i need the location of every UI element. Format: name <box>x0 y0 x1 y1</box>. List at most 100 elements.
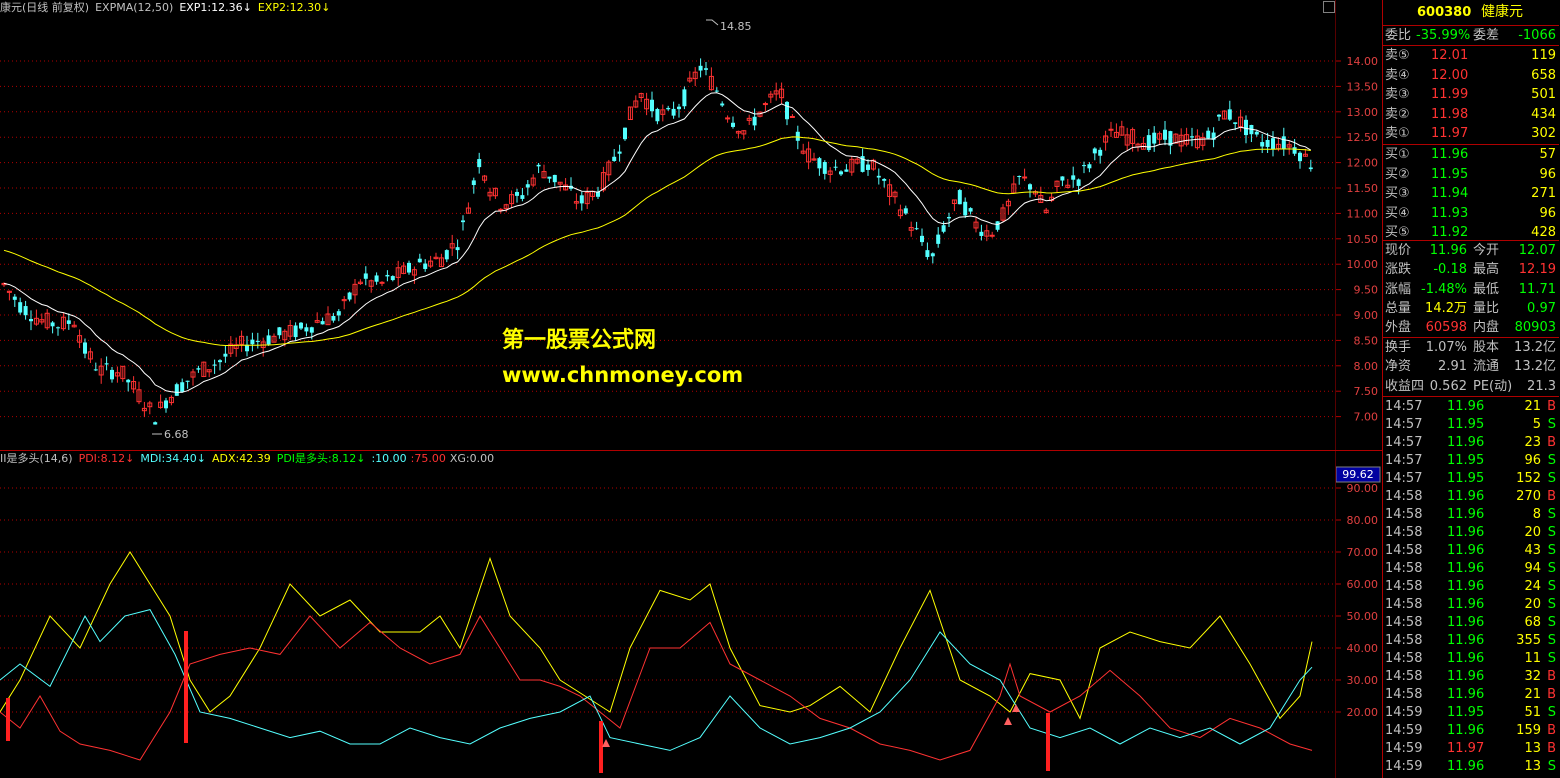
tick-row: 14:58 11.96 20 S <box>1383 596 1559 614</box>
tick-side: S <box>1547 651 1556 666</box>
candle-body <box>277 327 282 336</box>
candle-body <box>293 325 298 338</box>
candle-body <box>617 151 622 154</box>
candle-body <box>185 380 190 382</box>
tick-time: 14:57 <box>1385 471 1423 486</box>
tick-price: 11.95 <box>1447 417 1485 432</box>
tick-side: S <box>1547 759 1556 774</box>
stat-row: 外盘 60598 内盘 80903 <box>1383 318 1559 337</box>
tick-volume: 68 <box>1524 615 1541 630</box>
tick-volume: 23 <box>1524 435 1541 450</box>
candle-body <box>18 302 23 313</box>
candle-body <box>785 101 789 120</box>
tick-volume: 5 <box>1532 417 1541 432</box>
signal-arrow-icon <box>602 739 610 747</box>
candle-body <box>309 327 314 333</box>
candle-body <box>1076 179 1081 186</box>
stock-title: 600380 健康元 <box>1383 3 1559 23</box>
bid-row: 买③ 11.94 271 <box>1383 184 1559 203</box>
tick-price: 11.96 <box>1447 579 1485 594</box>
tick-price: 11.96 <box>1447 399 1485 414</box>
candle-body <box>547 176 552 179</box>
candle-body <box>833 166 838 168</box>
maximize-icon[interactable] <box>1323 1 1335 13</box>
candle-body <box>671 108 676 116</box>
candle-body <box>153 422 158 425</box>
candle-body <box>920 235 924 243</box>
tick-time: 14:58 <box>1385 525 1423 540</box>
tick-time: 14:57 <box>1385 417 1423 432</box>
tick-volume: 32 <box>1524 669 1541 684</box>
price-axis-label: 7.50 <box>1354 385 1379 398</box>
indicator-axis-label: 20.00 <box>1347 706 1379 719</box>
candle-body <box>255 340 260 342</box>
weibi-row: 委比 -35.99% 委差 -1066 <box>1383 26 1559 45</box>
candle-body <box>174 384 179 396</box>
tick-price: 11.96 <box>1447 687 1485 702</box>
price-axis-label: 10.00 <box>1347 258 1379 271</box>
tick-time: 14:59 <box>1385 723 1423 738</box>
ask-price: 11.98 <box>1431 106 1469 122</box>
signal-bar <box>184 631 188 743</box>
price-axis-label: 7.00 <box>1354 411 1379 424</box>
fundamental-row: 换手 1.07% 股本 13.2亿 <box>1383 338 1559 357</box>
ask-label: 卖① <box>1385 126 1410 141</box>
candle-body <box>882 178 887 181</box>
candle-body <box>1098 149 1103 156</box>
stat-label: 股本 <box>1473 340 1500 355</box>
ask-volume: 434 <box>1531 106 1556 122</box>
watermark-title: 第一股票公式网 <box>502 328 657 353</box>
candle-body <box>936 234 941 244</box>
stat-label: 换手 <box>1385 340 1412 355</box>
ask-row: 卖① 11.97 302 <box>1383 124 1559 143</box>
price-axis-label: 12.00 <box>1347 157 1379 170</box>
candle-body <box>1265 139 1270 147</box>
tick-row: 14:57 11.96 21 B <box>1383 398 1559 416</box>
candle-body <box>1108 128 1114 131</box>
candle-body <box>1281 136 1286 149</box>
tick-row: 14:57 11.95 152 S <box>1383 470 1559 488</box>
tick-price: 11.96 <box>1447 615 1485 630</box>
candle-body <box>957 190 962 205</box>
candle-body <box>1271 138 1275 150</box>
stat-label: 流通 <box>1473 359 1500 375</box>
tick-price: 11.95 <box>1447 453 1485 468</box>
tick-row: 14:57 11.95 5 S <box>1383 416 1559 434</box>
tick-time: 14:58 <box>1385 597 1423 612</box>
candle-body <box>1233 122 1238 124</box>
tick-price: 11.96 <box>1447 561 1485 576</box>
stock-code: 600380 <box>1417 5 1472 20</box>
signal-arrow-icon <box>1004 717 1012 725</box>
stat-value: 13.2亿 <box>1514 359 1556 375</box>
bid-price: 11.94 <box>1431 186 1469 201</box>
tick-volume: 13 <box>1524 759 1541 774</box>
tick-time: 14:58 <box>1385 687 1423 702</box>
stat-label: 今开 <box>1473 243 1500 258</box>
quote-panel: 600380 健康元 委比 -35.99% 委差 -1066 卖⑤ 12.01 11… <box>1382 0 1560 778</box>
candle-body <box>266 335 271 345</box>
candle-body <box>1022 176 1028 179</box>
expma-label: EXPMA(12,50) <box>95 1 174 14</box>
candle-body <box>223 353 228 357</box>
tick-row: 14:58 11.96 43 S <box>1383 542 1559 560</box>
dmi-indicator-chart[interactable] <box>0 451 1336 778</box>
bid-label: 买④ <box>1385 205 1410 221</box>
pdi-bull-arrow: ↓ <box>356 452 366 465</box>
candle-body <box>417 258 422 263</box>
tick-price: 11.96 <box>1447 507 1485 522</box>
adx-value: ADX:42.39 <box>211 452 271 465</box>
weibi-value: -35.99% <box>1416 28 1471 43</box>
tick-price: 11.96 <box>1447 723 1485 738</box>
price-axis-label: 13.00 <box>1347 106 1379 119</box>
candle-body <box>250 339 255 345</box>
tick-time: 14:57 <box>1385 453 1423 468</box>
stat-value: 1.07% <box>1425 340 1467 355</box>
candle-body <box>1071 175 1076 180</box>
candle-body <box>1028 184 1032 190</box>
tick-row: 14:58 11.96 8 S <box>1383 506 1559 524</box>
candle-body <box>822 162 827 174</box>
stat-value: 60598 <box>1425 320 1467 336</box>
candle-body <box>1292 147 1297 154</box>
stat-value: 0.562 <box>1429 378 1467 394</box>
tick-side: S <box>1547 471 1556 486</box>
